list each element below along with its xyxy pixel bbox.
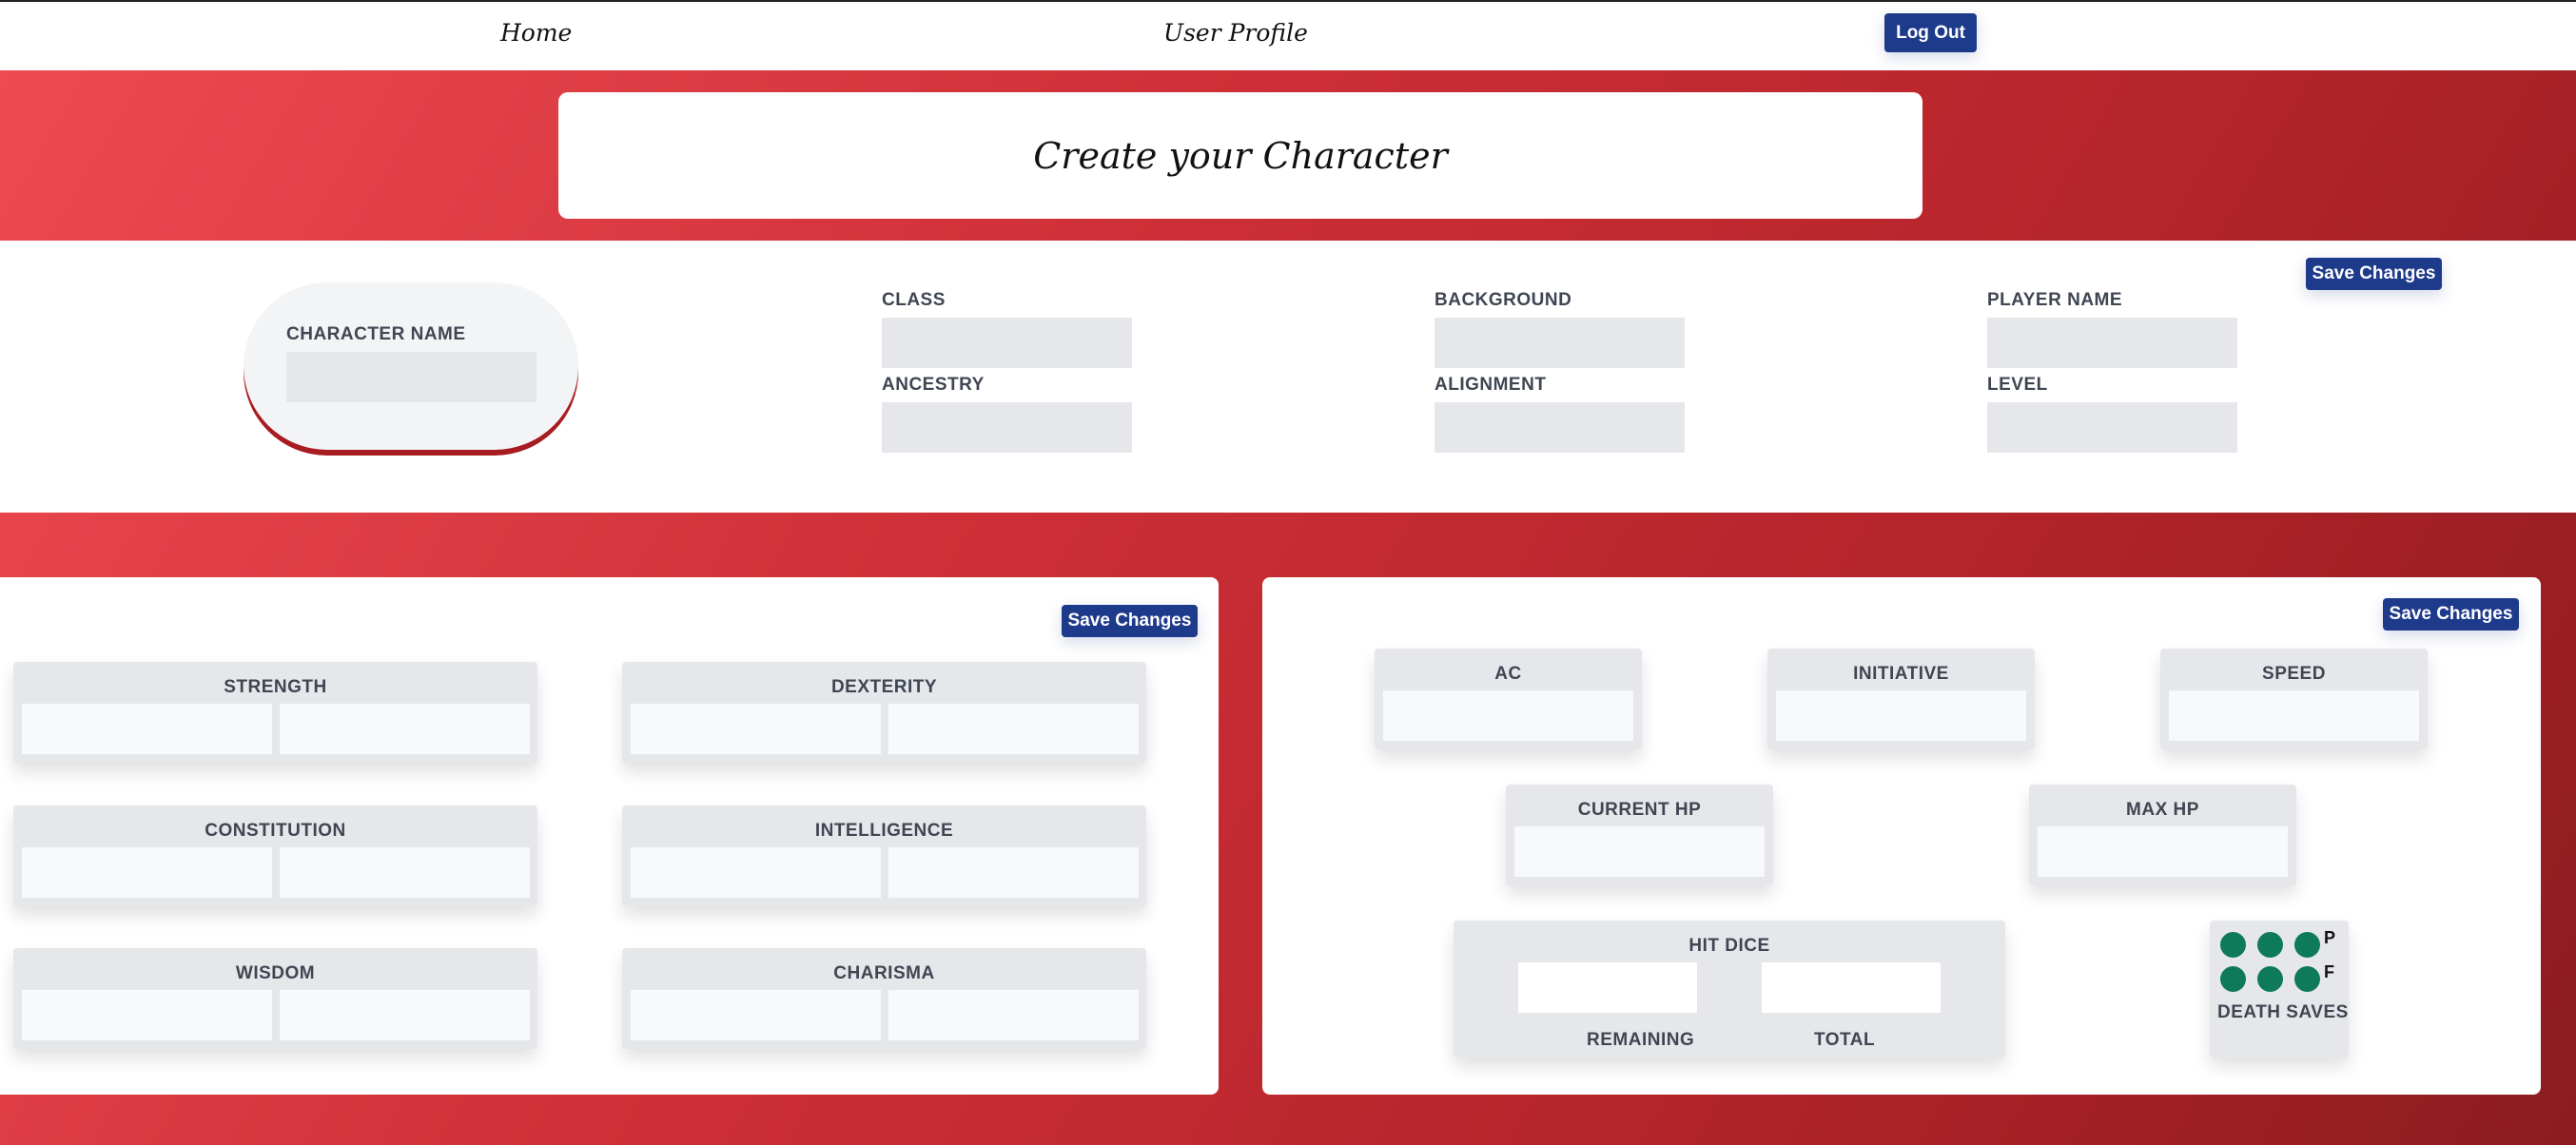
speed-input[interactable]	[2169, 690, 2419, 741]
ability-name: DEXTERITY	[830, 677, 938, 697]
ac-label: AC	[1494, 664, 1522, 684]
top-nav: Home User Profile Log Out	[0, 0, 2576, 70]
save-info-button[interactable]: Save Changes	[2306, 258, 2442, 290]
player-name-label: PLAYER NAME	[1987, 290, 2123, 310]
title-card: Create your Character	[558, 92, 1922, 219]
hit-dice-label: HIT DICE	[1688, 936, 1770, 956]
death-save-fail-dot[interactable]	[2294, 966, 2320, 992]
ability-name: INTELLIGENCE	[814, 821, 954, 841]
ability-charisma: CHARISMA	[622, 948, 1146, 1049]
hit-dice-remaining-input[interactable]	[1518, 962, 1697, 1013]
ability-strength: STRENGTH	[13, 662, 537, 763]
death-save-fail-dot[interactable]	[2220, 966, 2246, 992]
ability-score-input[interactable]	[631, 990, 881, 1040]
death-save-pass-dot[interactable]	[2257, 932, 2283, 958]
combat-panel: Save Changes AC INITIATIVE SPEED CURRENT…	[1262, 577, 2541, 1095]
nav-home-link[interactable]: Home	[500, 19, 572, 47]
ability-name: CONSTITUTION	[205, 821, 346, 841]
level-label: LEVEL	[1987, 375, 2048, 395]
level-input[interactable]	[1987, 402, 2237, 453]
save-abilities-button[interactable]: Save Changes	[1062, 605, 1198, 637]
current-hp-input[interactable]	[1514, 826, 1765, 877]
logout-button[interactable]: Log Out	[1884, 13, 1977, 52]
background-input[interactable]	[1434, 318, 1685, 368]
character-info-section: Save Changes CHARACTER NAME CLASS ANCEST…	[0, 241, 2576, 513]
ability-modifier-input[interactable]	[888, 704, 1139, 754]
initiative-box: INITIATIVE	[1767, 649, 2035, 749]
max-hp-label: MAX HP	[2126, 800, 2199, 820]
ability-score-input[interactable]	[631, 847, 881, 898]
ability-name: WISDOM	[235, 963, 316, 983]
nav-user-profile-link[interactable]: User Profile	[1163, 19, 1308, 47]
ac-box: AC	[1375, 649, 1642, 749]
ability-modifier-input[interactable]	[888, 990, 1139, 1040]
hit-dice-total-label: TOTAL	[1814, 1030, 1876, 1050]
page-title: Create your Character	[1033, 134, 1448, 177]
initiative-label: INITIATIVE	[1853, 664, 1949, 684]
alignment-input[interactable]	[1434, 402, 1685, 453]
class-label: CLASS	[882, 290, 946, 310]
death-saves-label: DEATH SAVES	[2217, 1002, 2349, 1022]
ability-modifier-input[interactable]	[280, 704, 530, 754]
character-name-label: CHARACTER NAME	[286, 324, 466, 344]
death-saves-box: P F DEATH SAVES	[2210, 921, 2349, 1058]
hit-dice-box: HIT DICE REMAINING TOTAL	[1454, 921, 2005, 1058]
ability-intelligence: INTELLIGENCE	[622, 805, 1146, 906]
speed-box: SPEED	[2160, 649, 2428, 749]
background-label: BACKGROUND	[1434, 290, 1572, 310]
death-save-pass-dot[interactable]	[2220, 932, 2246, 958]
save-combat-button[interactable]: Save Changes	[2383, 598, 2519, 631]
current-hp-label: CURRENT HP	[1577, 800, 1702, 820]
ancestry-label: ANCESTRY	[882, 375, 985, 395]
character-name-input[interactable]	[286, 352, 537, 402]
hit-dice-remaining-label: REMAINING	[1587, 1030, 1695, 1050]
ability-modifier-input[interactable]	[888, 847, 1139, 898]
player-name-input[interactable]	[1987, 318, 2237, 368]
alignment-label: ALIGNMENT	[1434, 375, 1547, 395]
ability-name: CHARISMA	[833, 963, 935, 983]
death-save-fail-dot[interactable]	[2257, 966, 2283, 992]
ac-input[interactable]	[1383, 690, 1633, 741]
current-hp-box: CURRENT HP	[1506, 785, 1773, 885]
ability-name: STRENGTH	[224, 677, 327, 697]
initiative-input[interactable]	[1776, 690, 2026, 741]
ability-dexterity: DEXTERITY	[622, 662, 1146, 763]
ability-modifier-input[interactable]	[280, 847, 530, 898]
ability-score-input[interactable]	[631, 704, 881, 754]
class-input[interactable]	[882, 318, 1132, 368]
ability-score-input[interactable]	[22, 704, 272, 754]
max-hp-box: MAX HP	[2029, 785, 2296, 885]
ability-score-input[interactable]	[22, 847, 272, 898]
ability-score-input[interactable]	[22, 990, 272, 1040]
ancestry-input[interactable]	[882, 402, 1132, 453]
max-hp-input[interactable]	[2038, 826, 2288, 877]
death-save-pass-marker: P	[2324, 928, 2336, 947]
ability-modifier-input[interactable]	[280, 990, 530, 1040]
character-name-card: CHARACTER NAME	[244, 282, 578, 450]
death-save-fail-marker: F	[2324, 962, 2335, 981]
death-save-pass-dot[interactable]	[2294, 932, 2320, 958]
abilities-panel: Save Changes STRENGTH DEXTERITY CONSTITU…	[0, 577, 1219, 1095]
hit-dice-total-input[interactable]	[1762, 962, 1941, 1013]
speed-label: SPEED	[2262, 664, 2326, 684]
ability-constitution: CONSTITUTION	[13, 805, 537, 906]
ability-wisdom: WISDOM	[13, 948, 537, 1049]
